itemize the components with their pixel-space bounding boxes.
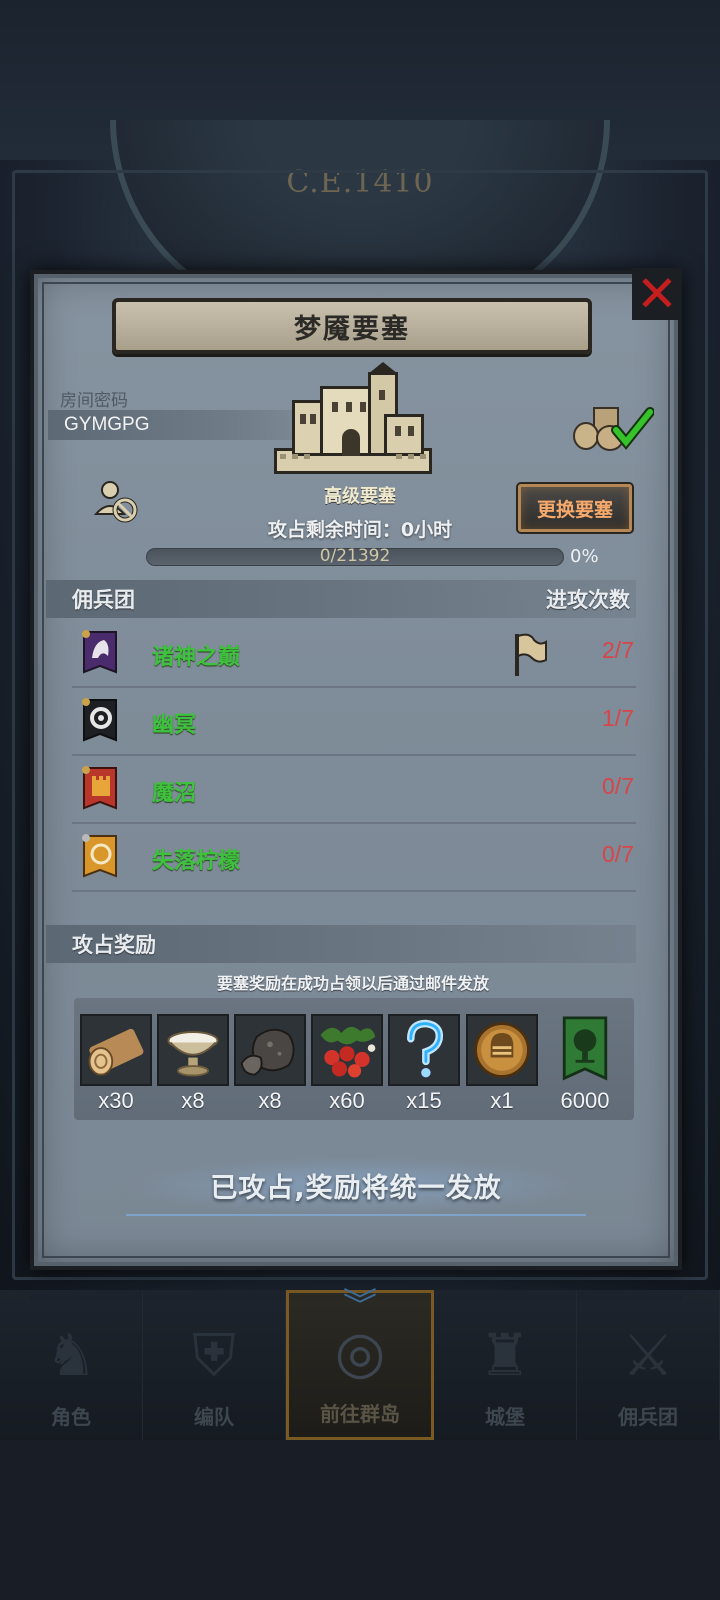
attack-count: 2/7 xyxy=(602,637,634,663)
nav-label: 角色 xyxy=(51,1405,91,1429)
milk-bowl-icon xyxy=(157,1014,229,1086)
title-banner: 梦魇要塞 xyxy=(112,298,592,354)
guild-name: 诸神之巅 xyxy=(152,645,241,670)
reward-item[interactable]: x8 xyxy=(234,1014,306,1118)
nav-formation[interactable]: ⛨ 编队 xyxy=(143,1290,286,1440)
castle-icon: ♜ xyxy=(479,1321,531,1389)
mercenary-header-label: 佣兵团 xyxy=(72,588,135,612)
nav-label: 前往群岛 xyxy=(320,1402,400,1426)
guild-row[interactable]: 幽冥 1/7 xyxy=(72,688,636,756)
claimed-text: 已攻占,奖励将统一发放 xyxy=(210,1172,502,1204)
attack-count: 1/7 xyxy=(602,705,634,731)
close-x-icon: ✕ xyxy=(636,265,678,323)
reward-qty: x30 xyxy=(98,1088,134,1113)
reward-qty: x8 xyxy=(181,1088,205,1113)
reward-qty: x1 xyxy=(490,1088,514,1113)
reward-item[interactable]: x15 xyxy=(388,1014,460,1118)
purple-wolf-banner-icon xyxy=(82,630,117,674)
progress-percent: 0% xyxy=(570,546,599,567)
modal-title: 梦魇要塞 xyxy=(294,313,410,345)
claimed-status: 已攻占,奖励将统一发放 xyxy=(126,1156,586,1216)
guild-name: 幽冥 xyxy=(152,713,197,738)
reward-item[interactable]: x30 xyxy=(80,1014,152,1118)
reward-item[interactable]: x60 xyxy=(311,1014,383,1118)
rewards-header: 攻占奖励 xyxy=(46,925,636,963)
black-spiral-banner-icon xyxy=(82,698,117,742)
bottom-nav: ♞ 角色 ⛨ 编队 ︾ ◎ 前往群岛 ♜ 城堡 ⚔ 佣兵团 xyxy=(0,1286,720,1440)
nav-mercenary[interactable]: ⚔ 佣兵团 xyxy=(577,1290,720,1440)
progress-text: 0/21392 xyxy=(319,546,391,566)
guild-row[interactable]: 诸神之巅 2/7 xyxy=(72,620,636,688)
guild-name: 失落柠檬 xyxy=(152,849,241,874)
reward-note: 要塞奖励在成功占领以后通过邮件发放 xyxy=(216,974,489,993)
guild-tree-banner-icon xyxy=(549,1014,621,1086)
nav-label: 编队 xyxy=(194,1405,234,1429)
nav-islands[interactable]: ︾ ◎ 前往群岛 xyxy=(286,1286,434,1440)
berries-icon xyxy=(311,1014,383,1086)
formation-icon: ⛨ xyxy=(192,1320,236,1389)
reward-qty: 6000 xyxy=(560,1088,610,1113)
red-castle-banner-icon xyxy=(82,766,117,810)
mystery-question-icon xyxy=(388,1014,460,1086)
reward-item[interactable]: 6000 xyxy=(549,1014,621,1118)
stone-ore-icon xyxy=(234,1014,306,1086)
attack-count: 0/7 xyxy=(602,841,634,867)
reward-qty: x8 xyxy=(258,1088,282,1113)
gold-circle-banner-icon xyxy=(82,834,117,878)
chevron-down-icon: ︾ xyxy=(343,1286,377,1326)
nav-castle[interactable]: ♜ 城堡 xyxy=(434,1290,577,1440)
time-remaining: 攻占剩余时间：0小时 xyxy=(267,519,453,541)
reward-item[interactable]: x8 xyxy=(157,1014,229,1118)
guild-row[interactable]: 失落柠檬 0/7 xyxy=(72,824,636,892)
fortress-icon xyxy=(274,362,432,474)
helmet-medal-icon xyxy=(466,1014,538,1086)
nav-label: 佣兵团 xyxy=(618,1405,678,1429)
bottom-area xyxy=(0,1440,720,1600)
flag-icon xyxy=(515,633,547,676)
guild-name: 魔沼 xyxy=(152,781,197,806)
mercenary-icon: ⚔ xyxy=(622,1321,674,1389)
rewards-header-label: 攻占奖励 xyxy=(72,933,156,957)
guild-row[interactable]: 魔沼 0/7 xyxy=(72,756,636,824)
reward-qty: x15 xyxy=(406,1088,442,1113)
attack-count-header-label: 进攻次数 xyxy=(546,588,630,612)
attack-count: 0/7 xyxy=(602,773,634,799)
reward-item[interactable]: x1 xyxy=(466,1014,538,1118)
character-icon: ♞ xyxy=(45,1321,97,1389)
nav-label: 城堡 xyxy=(485,1405,525,1429)
wood-log-icon xyxy=(80,1014,152,1086)
close-button[interactable]: ✕ xyxy=(632,268,682,320)
reward-qty: x60 xyxy=(329,1088,365,1113)
room-code-label: 房间密码 xyxy=(60,391,128,411)
mercenary-header: 佣兵团 进攻次数 xyxy=(46,580,636,618)
loot-ready-icon[interactable] xyxy=(572,402,654,452)
nav-character[interactable]: ♞ 角色 xyxy=(0,1290,143,1440)
